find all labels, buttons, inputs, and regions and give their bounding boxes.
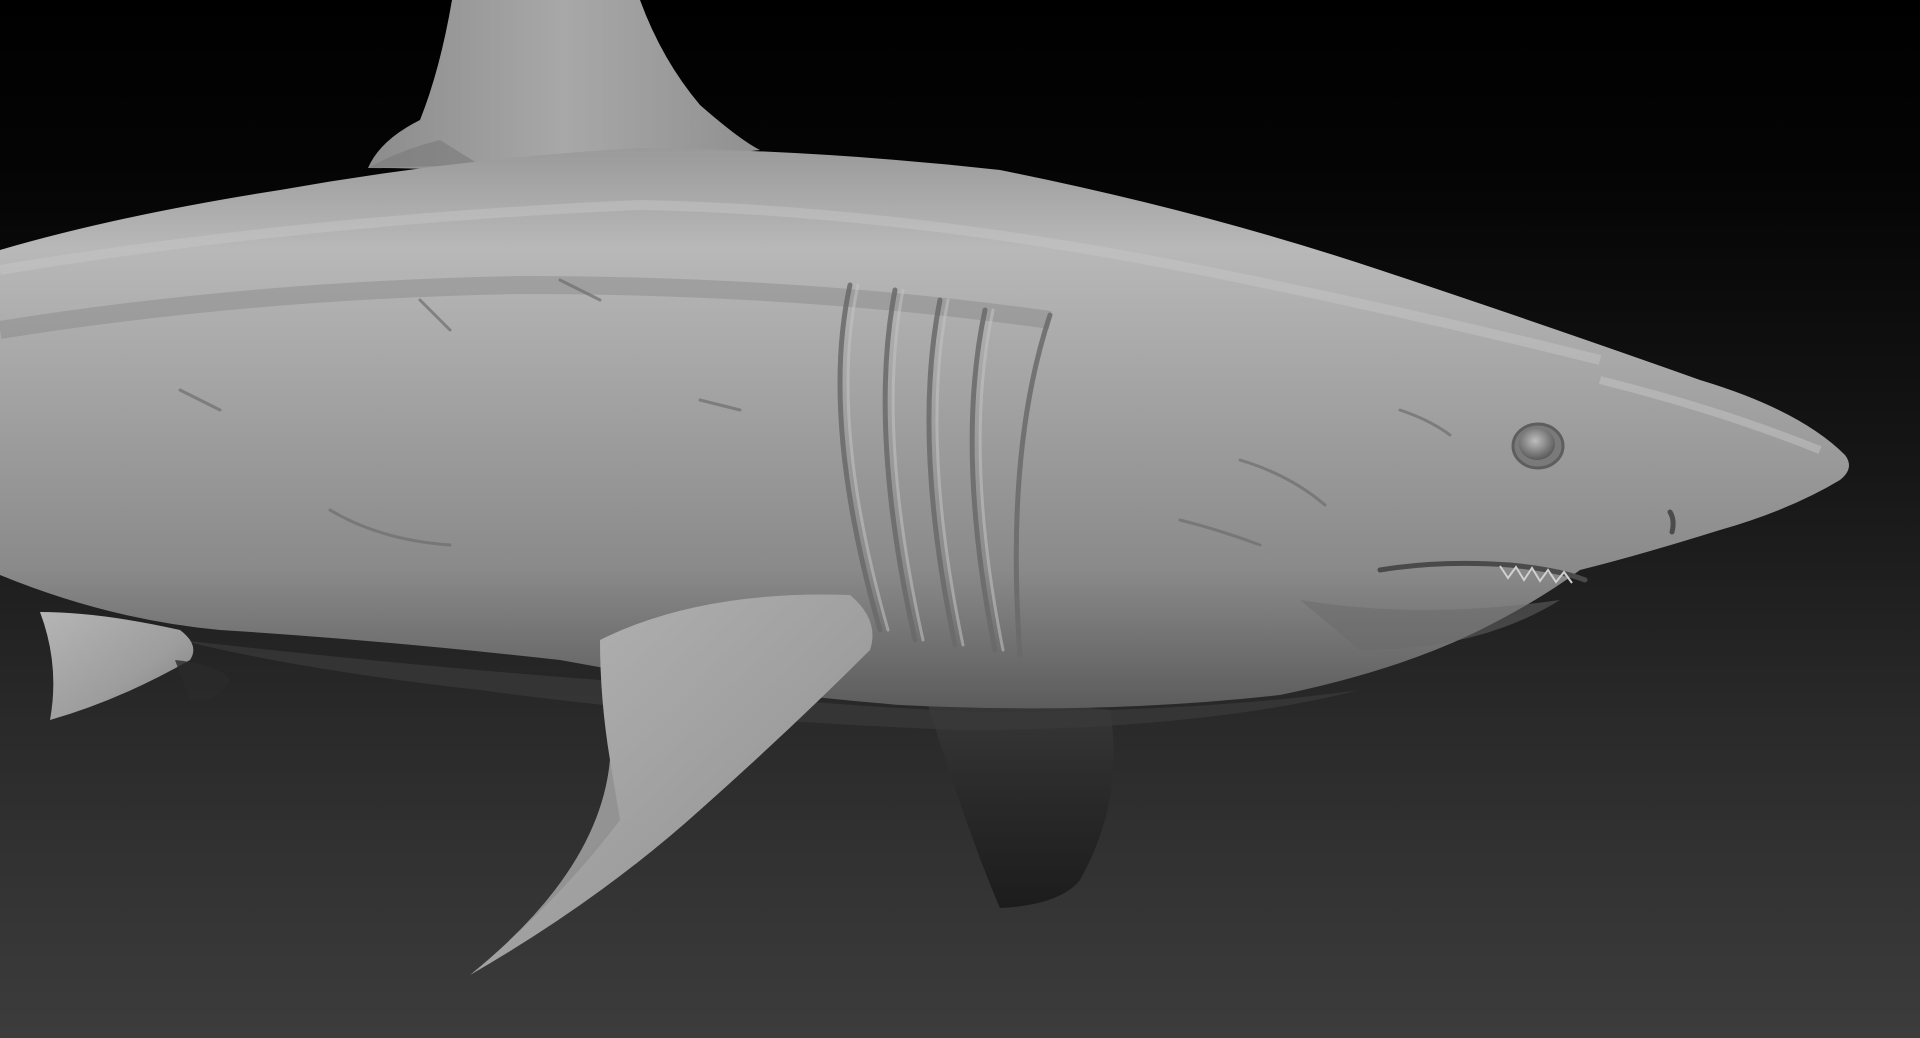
- eye: [1519, 428, 1555, 460]
- rear-fin-shadow: [175, 660, 230, 701]
- rear-fin: [40, 612, 194, 720]
- 3d-viewport[interactable]: [0, 0, 1920, 1038]
- shark-sculpt-render: [0, 0, 1849, 975]
